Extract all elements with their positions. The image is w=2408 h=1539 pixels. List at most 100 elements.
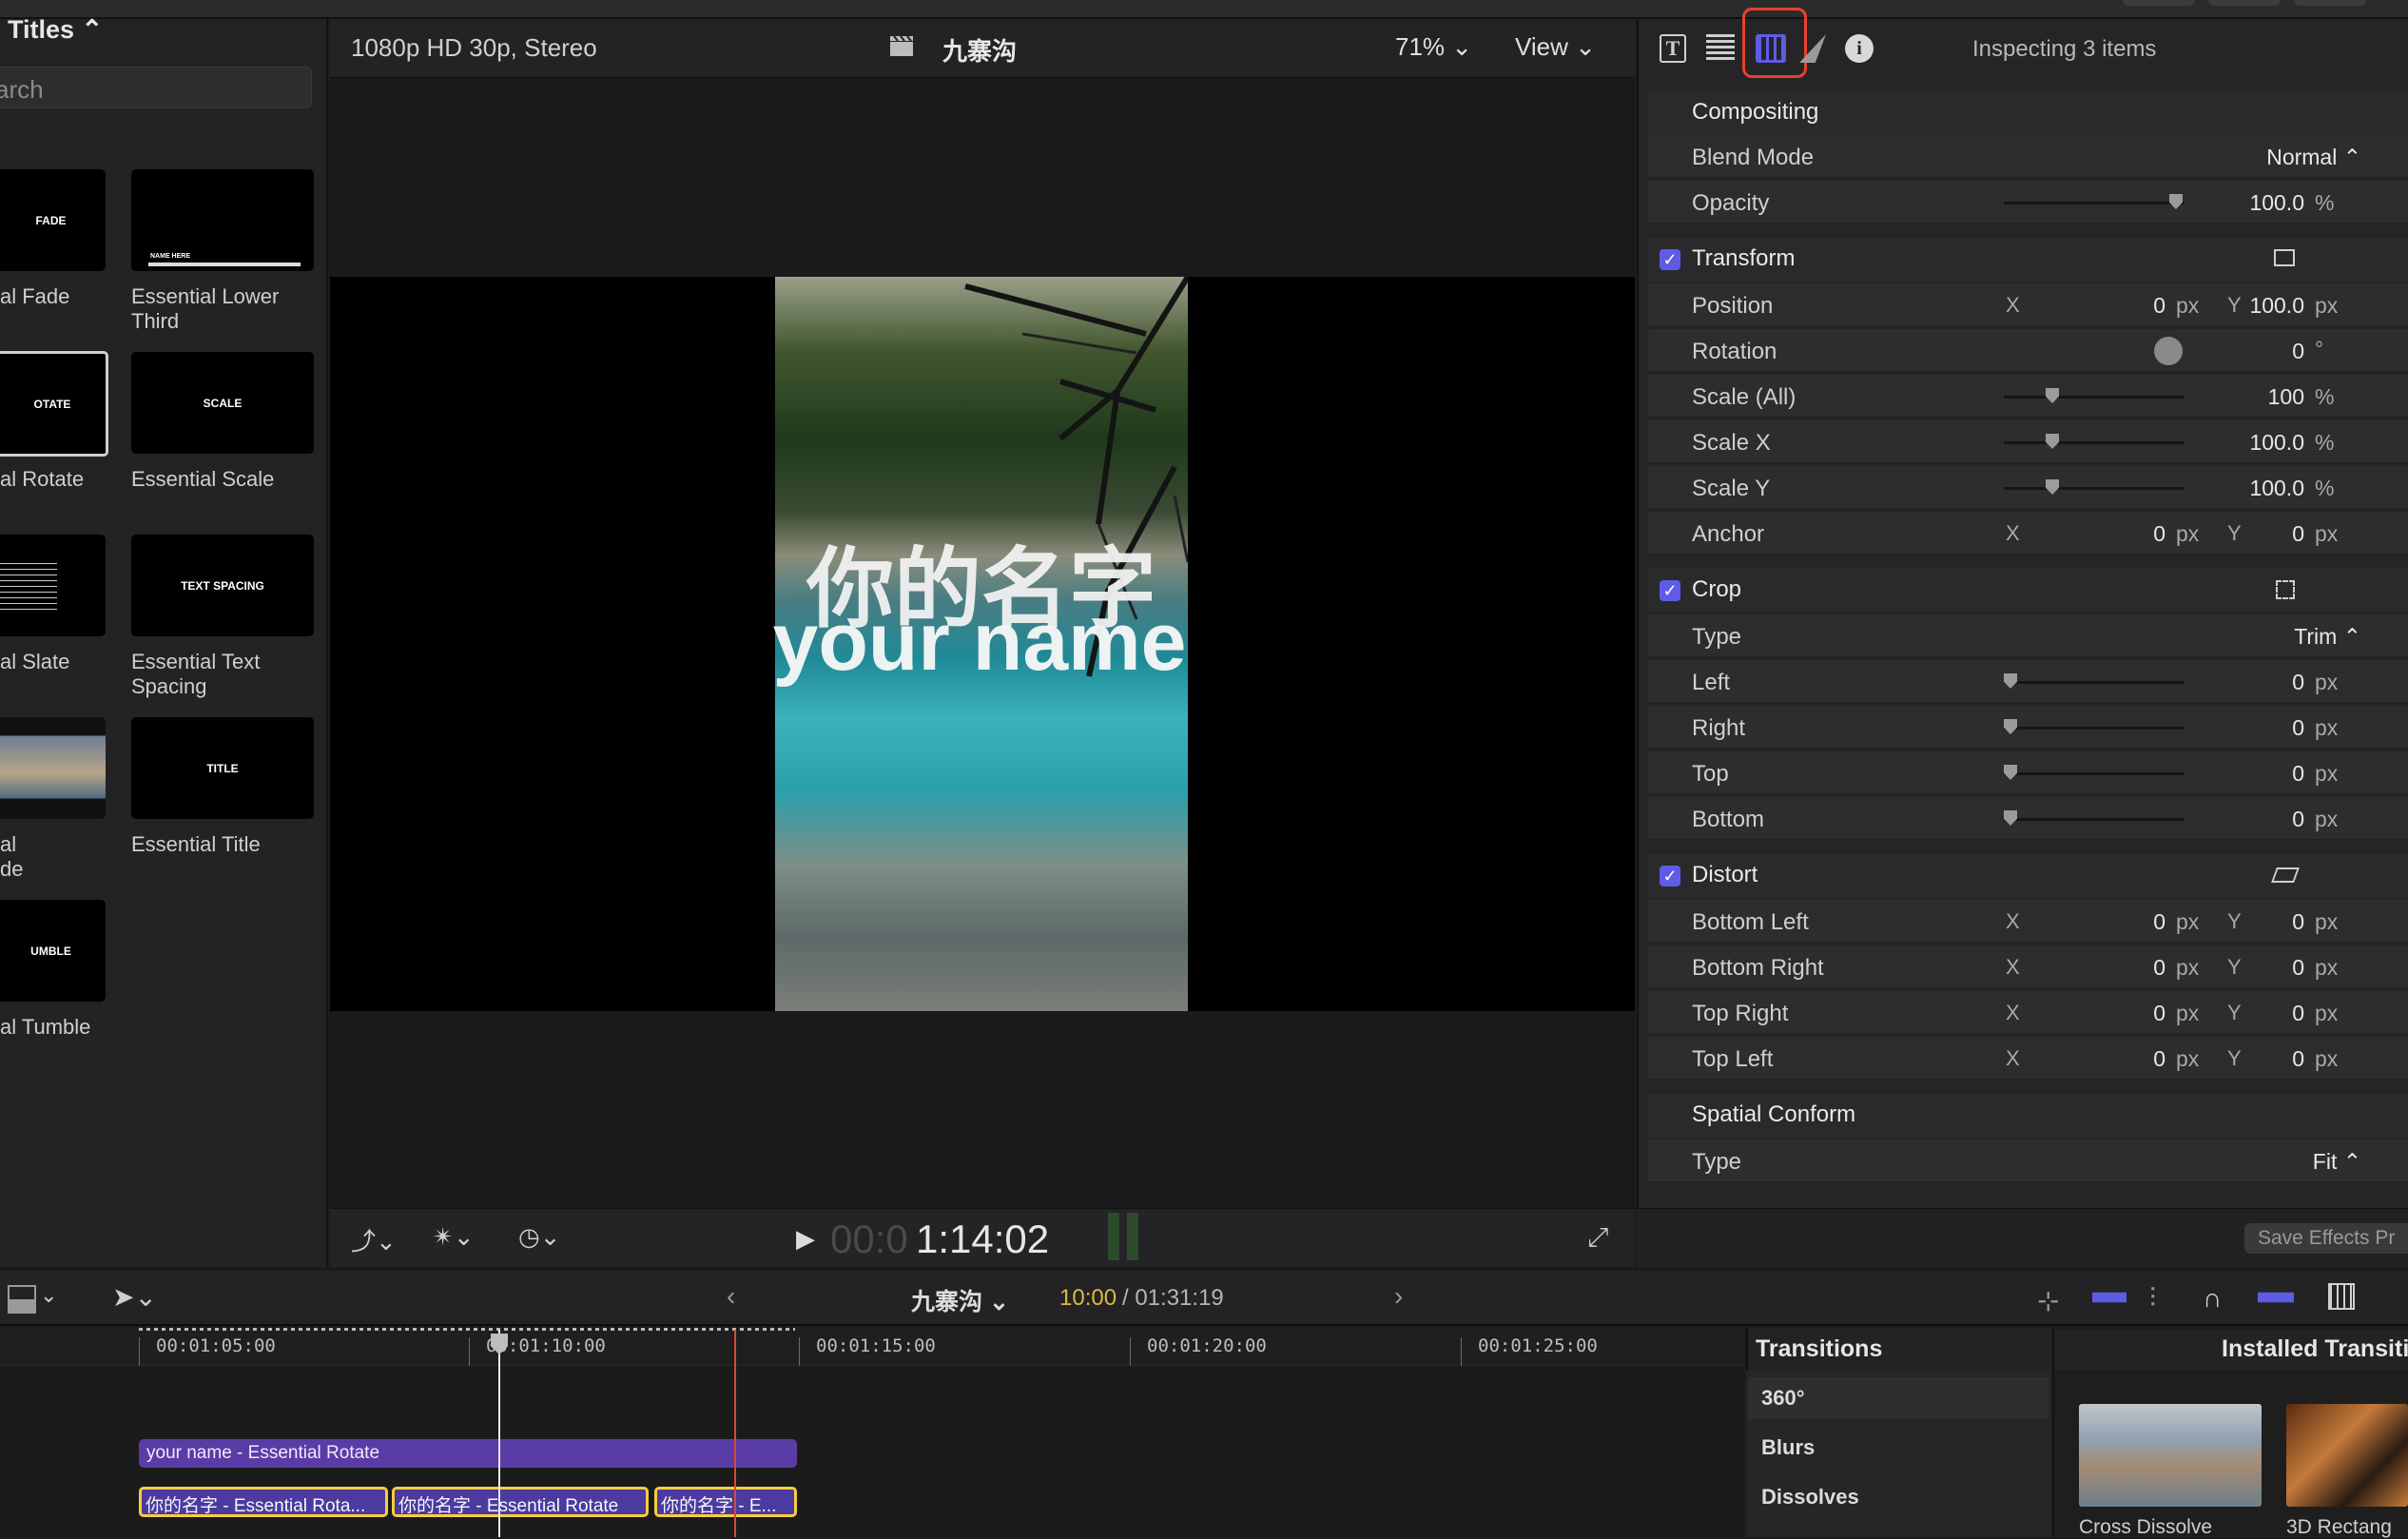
title-text-english[interactable]: your name (742, 595, 1217, 690)
blend-mode-popup[interactable]: Normal ⌃ (2266, 145, 2361, 170)
title-label: al de (0, 832, 24, 881)
speed-icon[interactable]: ◷⌄ (518, 1222, 560, 1252)
top-button[interactable] (2208, 0, 2281, 6)
timeline-ruler[interactable]: 00:01:05:00 00:01:10:00 00:01:15:00 00:0… (0, 1328, 1744, 1366)
distort-section[interactable]: ✓ Distort (1648, 854, 2408, 898)
select-tool-icon[interactable]: ➤⌄ (112, 1281, 157, 1313)
zoom-dropdown[interactable]: 71% ⌄ (1395, 32, 1472, 62)
scale-y-knob[interactable] (2046, 479, 2059, 495)
distort-top-left-row: Top Left X 0 px Y 0 px (1648, 1037, 2408, 1081)
magic-wand-icon[interactable]: ✴⌄ (433, 1222, 475, 1252)
info-icon[interactable]: i (1845, 34, 1874, 63)
solo-icon[interactable] (2258, 1292, 2294, 1303)
scale-x-knob[interactable] (2046, 434, 2059, 449)
skimming-icon[interactable]: ⊹ (2037, 1285, 2059, 1316)
crop-bottom-slider[interactable] (2004, 818, 2185, 821)
transform-checkbox[interactable]: ✓ (1660, 249, 1680, 270)
crop-onscreen-icon[interactable] (2276, 580, 2295, 599)
crop-left-slider[interactable] (2004, 681, 2185, 684)
title-thumb-image[interactable] (0, 717, 106, 819)
skimmer (734, 1330, 736, 1537)
search-field[interactable]: arch (0, 67, 312, 108)
clip-title-main[interactable]: your name - Essential Rotate (139, 1439, 797, 1468)
timeline-project[interactable]: 九寨沟 ⌄ (911, 1283, 1009, 1317)
crop-bottom-knob[interactable] (2004, 810, 2017, 826)
distort-top-right-row: Top Right X 0 px Y 0 px (1648, 991, 2408, 1035)
title-label: al Fade (0, 284, 70, 308)
crop-type-popup[interactable]: Trim ⌃ (2294, 624, 2361, 650)
blend-mode-row: Blend Mode Normal ⌃ (1648, 135, 2408, 179)
fullscreen-icon[interactable]: ⤢ (1587, 1222, 1608, 1254)
crop-section[interactable]: ✓ Crop (1648, 569, 2408, 613)
playhead[interactable] (498, 1330, 500, 1537)
title-thumb-slate[interactable] (0, 535, 106, 636)
scale-x-slider[interactable] (2004, 441, 2185, 444)
distort-checkbox[interactable]: ✓ (1660, 866, 1680, 886)
title-thumb-text-spacing[interactable]: TEXT SPACING (131, 535, 314, 636)
title-thumb-scale[interactable]: SCALE (131, 352, 314, 454)
title-thumb-rotate[interactable]: OTATE (0, 351, 108, 457)
browser-title[interactable]: Titles ⌃ (8, 15, 103, 45)
installed-transitions-label: Installed Transiti (2222, 1335, 2408, 1362)
transition-thumb[interactable] (2079, 1404, 2262, 1507)
top-button[interactable] (2123, 0, 2195, 6)
spatial-conform-section[interactable]: Spatial Conform (1648, 1094, 2408, 1138)
save-effects-preset-button[interactable]: Save Effects Pr (2244, 1223, 2408, 1254)
transition-thumb[interactable] (2286, 1404, 2408, 1507)
chevron-down-icon[interactable]: ⌄ (40, 1283, 57, 1308)
viewer-header: 1080p HD 30p, Stereo 九寨沟 71% ⌄ View ⌄ (330, 19, 1635, 78)
crop-left-knob[interactable] (2004, 673, 2017, 689)
headphones-icon[interactable]: ∩ (2203, 1283, 2222, 1314)
view-dropdown[interactable]: View ⌄ (1515, 32, 1596, 62)
top-button[interactable] (2294, 0, 2366, 6)
category-item[interactable]: Dissolves (1761, 1485, 1859, 1510)
distort-onscreen-icon[interactable] (2271, 867, 2300, 883)
video-inspector-icon[interactable] (1756, 34, 1786, 63)
timecode-dim: 00:0 (830, 1217, 908, 1261)
title-thumb-fade[interactable]: FADE (0, 169, 106, 271)
crop-checkbox[interactable]: ✓ (1660, 580, 1680, 601)
transform-tool-icon[interactable]: ⤴⌄ (351, 1222, 397, 1257)
title-thumb-lower-third[interactable]: NAME HERE (131, 169, 314, 271)
opacity-slider-knob[interactable] (2169, 194, 2183, 209)
forward-arrow-icon[interactable]: › (1394, 1281, 1403, 1312)
title-thumb-tumble[interactable]: UMBLE (0, 900, 106, 1002)
compositing-section[interactable]: Compositing (1648, 91, 2408, 135)
crop-right-slider[interactable] (2004, 727, 2185, 730)
scale-all-knob[interactable] (2046, 388, 2059, 403)
title-thumb-title[interactable]: TITLE (131, 717, 314, 819)
scale-y-row: Scale Y 100.0 % (1648, 466, 2408, 510)
transform-onscreen-icon[interactable] (2274, 249, 2295, 266)
clip-title[interactable]: 你的名字 - E... (654, 1487, 797, 1517)
title-inspector-icon[interactable] (1706, 34, 1735, 63)
transition-label: Cross Dissolve (2079, 1516, 2213, 1538)
crop-right-knob[interactable] (2004, 719, 2017, 734)
format-label: 1080p HD 30p, Stereo (351, 33, 597, 62)
timeline-current-time: 10:00 (1059, 1285, 1117, 1311)
clip-title[interactable]: 你的名字 - Essential Rotate (392, 1487, 649, 1517)
title-label: al Slate (0, 650, 70, 673)
rotation-dial[interactable] (2154, 337, 2183, 365)
timecode[interactable]: 1:14:02 (916, 1217, 1049, 1262)
scale-all-slider[interactable] (2004, 396, 2185, 399)
category-item[interactable]: 360° (1761, 1386, 1805, 1411)
crop-top-knob[interactable] (2004, 765, 2017, 780)
snapping-icon[interactable] (2092, 1292, 2126, 1303)
clip-title[interactable]: 你的名字 - Essential Rota... (139, 1487, 388, 1517)
back-arrow-icon[interactable]: ‹ (727, 1281, 735, 1312)
play-button[interactable]: ▶ (796, 1224, 815, 1254)
audio-skimming-icon[interactable]: ⫶ (2149, 1283, 2156, 1315)
clip-appearance-icon[interactable] (8, 1285, 36, 1314)
spatial-type-popup[interactable]: Fit ⌃ (2313, 1149, 2361, 1175)
crop-top-row: Top 0 px (1648, 751, 2408, 795)
text-inspector-icon[interactable]: T (1660, 34, 1686, 63)
filmstrip-icon[interactable] (2328, 1283, 2355, 1310)
opacity-slider[interactable] (2004, 202, 2185, 205)
crop-top-slider[interactable] (2004, 772, 2185, 775)
crop-bottom-row: Bottom 0 px (1648, 797, 2408, 841)
timeline-total-time: / 01:31:19 (1122, 1285, 1224, 1311)
ruler-label: 00:01:20:00 (1147, 1335, 1267, 1356)
category-item[interactable]: Blurs (1761, 1435, 1815, 1460)
scale-y-slider[interactable] (2004, 487, 2185, 490)
transform-section[interactable]: ✓ Transform (1648, 238, 2408, 282)
